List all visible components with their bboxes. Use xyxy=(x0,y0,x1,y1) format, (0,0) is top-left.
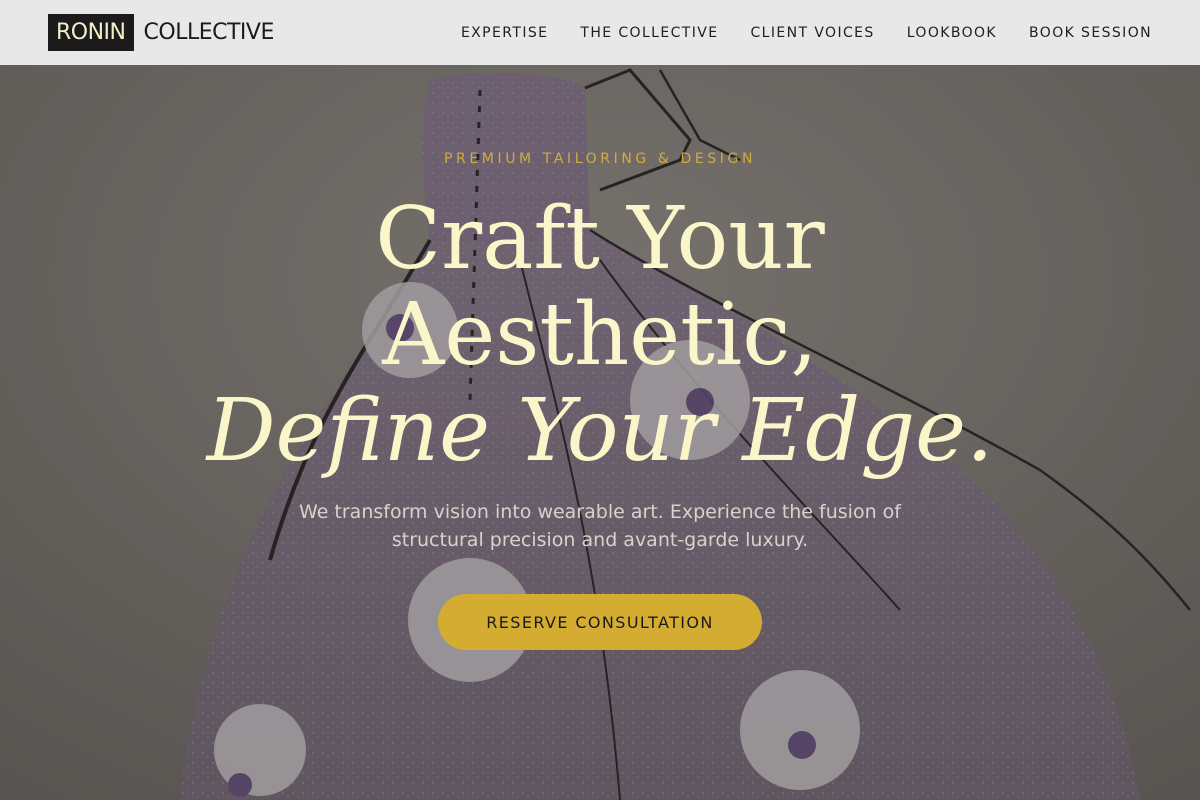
hero-subcopy: We transform vision into wearable art. E… xyxy=(299,501,901,551)
brand-logo[interactable]: RONIN COLLECTIVE xyxy=(48,14,274,51)
main-nav: EXPERTISE THE COLLECTIVE CLIENT VOICES L… xyxy=(461,25,1152,41)
reserve-consultation-button[interactable]: RESERVE CONSULTATION xyxy=(438,594,762,650)
nav-link-client-voices[interactable]: CLIENT VOICES xyxy=(751,25,875,41)
hero-eyebrow: PREMIUM TAILORING & DESIGN xyxy=(443,151,757,167)
nav-link-lookbook[interactable]: LOOKBOOK xyxy=(907,25,997,41)
logo-word-collective: COLLECTIVE xyxy=(143,20,275,45)
headline-line-1: Craft Your xyxy=(375,189,825,289)
hero-section: PREMIUM TAILORING & DESIGN Craft Your Ae… xyxy=(0,65,1200,800)
hero-headline: Craft Your Aesthetic, Define Your Edge. xyxy=(0,191,1200,479)
headline-line-3: Define Your Edge. xyxy=(206,381,994,481)
headline-line-2: Aesthetic, xyxy=(382,285,818,385)
top-navigation-bar: RONIN COLLECTIVE EXPERTISE THE COLLECTIV… xyxy=(0,0,1200,65)
nav-link-expertise[interactable]: EXPERTISE xyxy=(461,25,548,41)
nav-link-the-collective[interactable]: THE COLLECTIVE xyxy=(580,25,718,41)
nav-link-book-session[interactable]: BOOK SESSION xyxy=(1029,25,1152,41)
logo-word-ronin: RONIN xyxy=(48,14,134,51)
